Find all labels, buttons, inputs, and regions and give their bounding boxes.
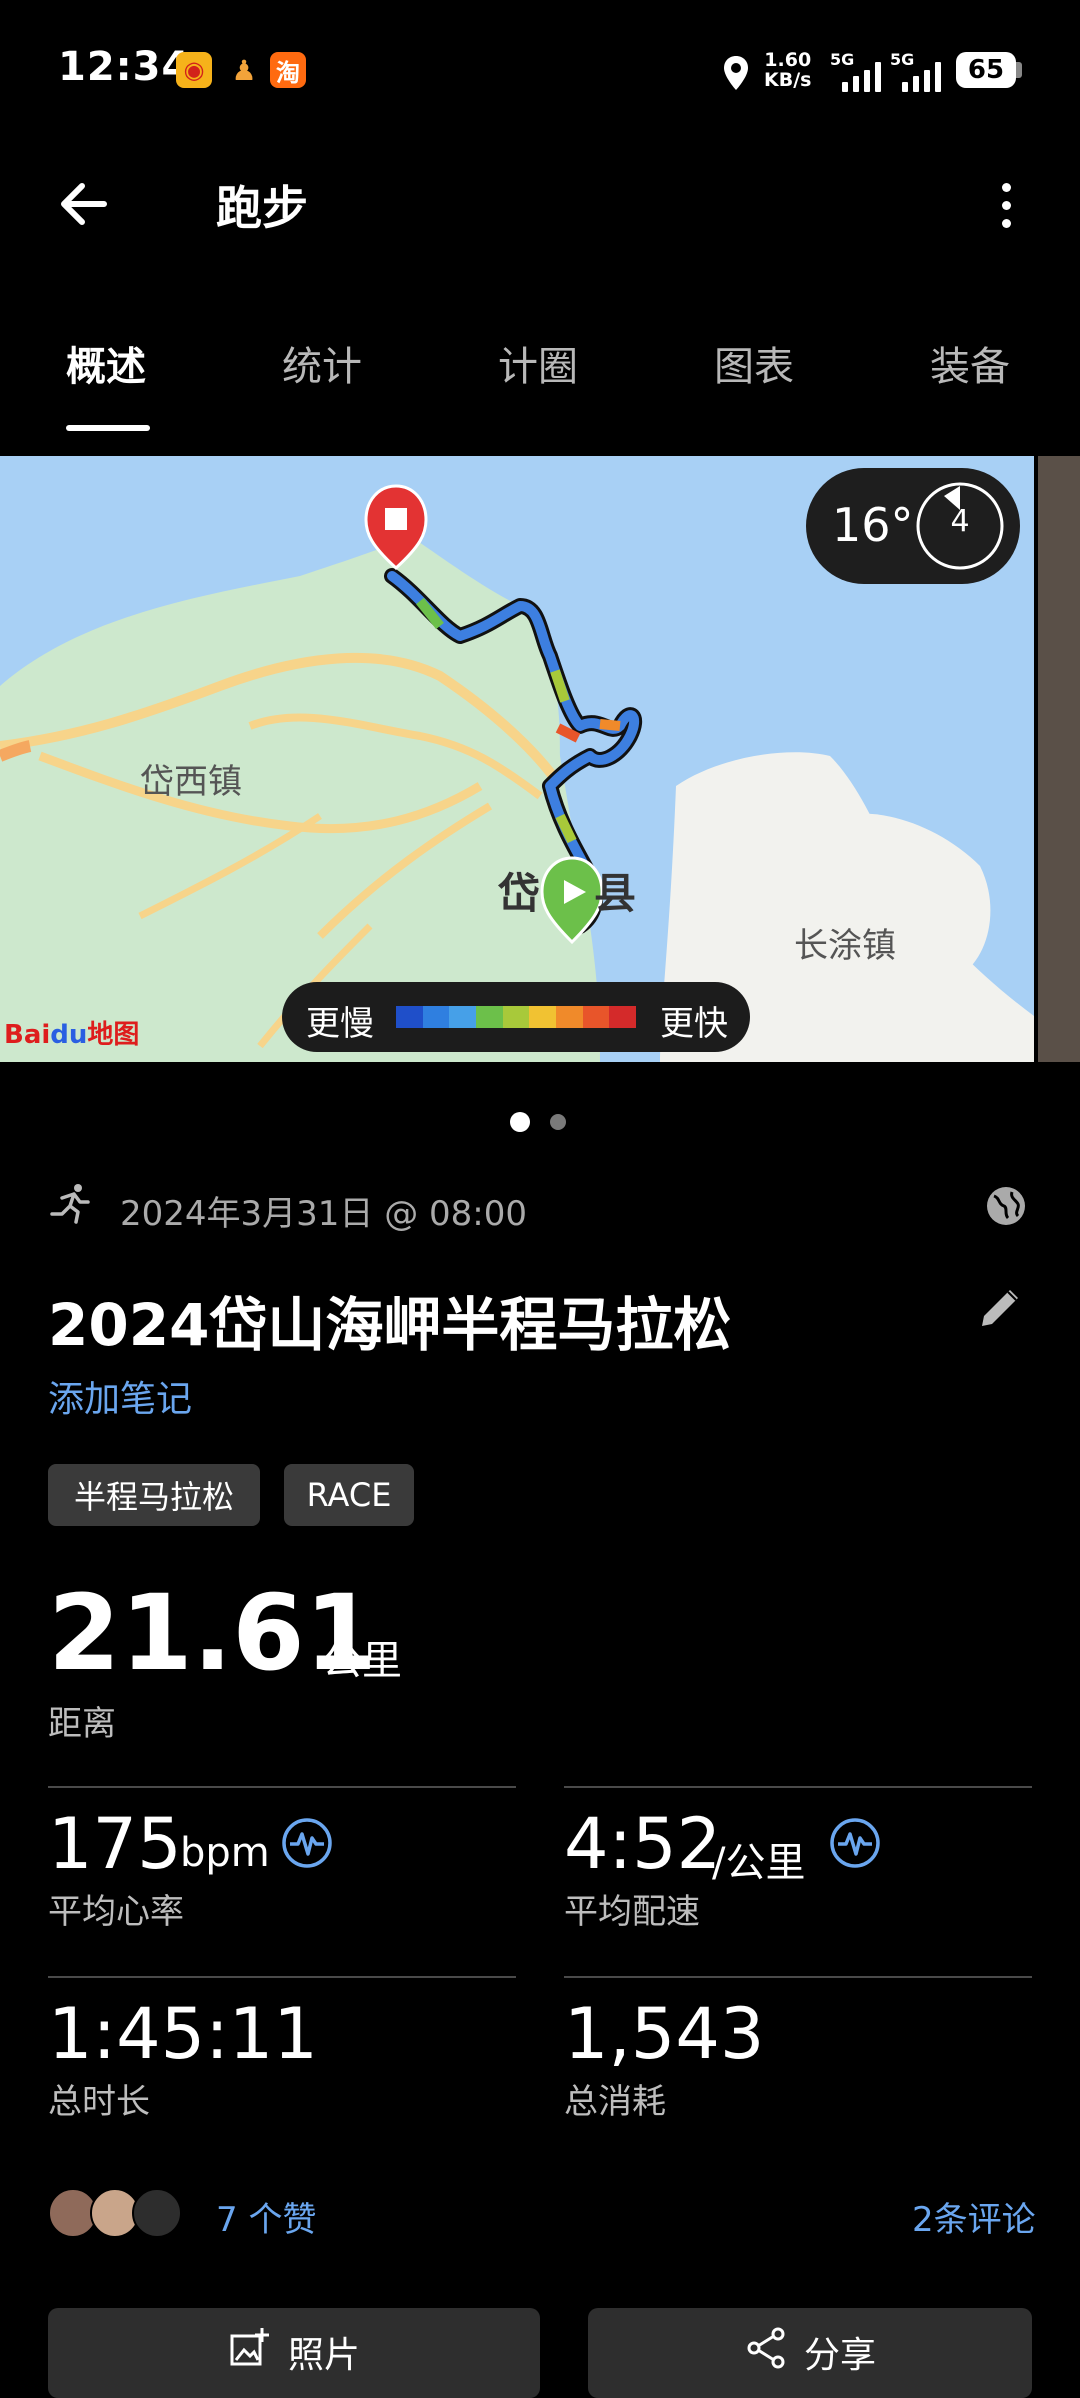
total-time-value: 1:45:11 [48,1993,318,2075]
location-icon [720,54,752,96]
add-note-link[interactable]: 添加笔记 [48,1370,192,1422]
divider [48,1976,516,1978]
weather-temperature: 16° [832,498,914,552]
edit-pencil-icon[interactable] [974,1282,1026,1338]
avg-heart-rate-label: 平均心率 [48,1892,184,1932]
running-icon [48,1182,92,1230]
status-time: 12:34 [58,44,191,90]
globe-icon[interactable] [984,1184,1028,1232]
page-title: 跑步 [216,181,308,235]
battery-icon: 65 [956,52,1016,88]
pulse-icon[interactable] [828,1816,882,1874]
battery-tip [1016,62,1022,78]
legend-gradient-bar [396,1006,637,1028]
photo-button-label: 照片 [287,2335,360,2376]
pulse-icon[interactable] [280,1816,334,1874]
taobao-notification-icon: 淘 [270,52,306,88]
pager-dot[interactable] [550,1114,566,1130]
activity-title: 2024岱山海岬半程马拉松 [48,1291,732,1359]
avg-heart-rate-value: 175 [48,1803,182,1885]
map-label-changtu: 长涂镇 [794,926,896,966]
next-photo-preview[interactable] [1038,456,1080,1062]
divider [564,1976,1032,1978]
divider [48,1786,516,1788]
legend-slower: 更慢 [306,1004,374,1044]
weibo-notification-icon: ◉ [176,52,212,88]
activity-date: 2024年3月31日 @ 08:00 [120,1194,528,1234]
network-speed: 1.60 KB/s [764,49,812,91]
tag-race[interactable]: RACE [284,1464,414,1526]
distance-unit: 公里 [322,1638,402,1684]
legend-faster: 更快 [660,1004,728,1044]
add-photo-icon [230,2328,269,2366]
calories-value: 1,543 [564,1993,765,2075]
baidu-map-logo: Baidu地图 [4,1020,140,1050]
map-label-daixi: 岱西镇 [140,762,242,802]
distance-label: 距离 [48,1704,116,1744]
share-icon [747,2327,785,2369]
avg-pace-value: 4:52 [564,1803,722,1885]
arrow-left-icon [61,183,107,225]
tag-half-marathon[interactable]: 半程马拉松 [48,1464,260,1526]
tab-laps[interactable]: 计圈 [498,334,578,392]
back-button[interactable] [48,168,120,240]
tab-gear[interactable]: 装备 [930,334,1010,392]
avatar[interactable] [132,2188,182,2238]
tab-indicator [66,425,150,431]
wind-speed: 4 [950,504,970,539]
tab-charts[interactable]: 图表 [714,334,794,392]
avg-pace-label: 平均配速 [564,1892,700,1932]
avg-pace-unit: /公里 [712,1840,806,1886]
avg-heart-rate-unit: bpm [180,1830,270,1876]
share-button-label: 分享 [803,2335,876,2376]
tab-overview[interactable]: 概述 [66,334,146,392]
divider [564,1786,1032,1788]
likes-link[interactable]: 7 个赞 [216,2192,316,2241]
map-label-county: 县 [594,869,637,918]
share-button[interactable]: 分享 [588,2308,1032,2398]
map-label-dai: 岱 [498,869,541,918]
add-photo-button[interactable]: 照片 [48,2308,540,2398]
comments-link[interactable]: 2条评论 [912,2192,1036,2241]
calories-label: 总消耗 [564,2082,666,2122]
more-vertical-icon[interactable] [986,170,1026,240]
total-time-label: 总时长 [48,2082,150,2122]
wind-icon: 4 [914,480,1006,572]
app-notification-icon: ♟ [231,53,257,87]
tab-stats[interactable]: 统计 [282,334,362,392]
pager-dot-active[interactable] [510,1112,530,1132]
